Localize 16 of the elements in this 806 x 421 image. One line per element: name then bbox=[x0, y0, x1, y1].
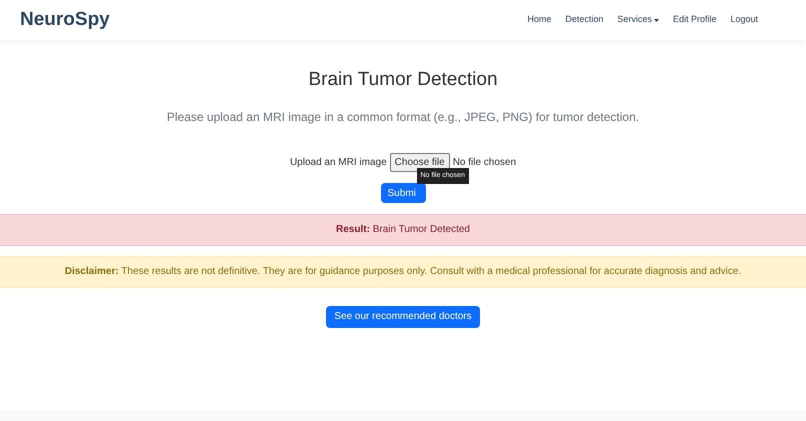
brand-logo[interactable]: NeuroSpy bbox=[20, 6, 110, 34]
result-text: Result: Brain Tumor Detected bbox=[336, 223, 470, 237]
disclaimer-text: Disclaimer: These results are not definitive. They are for guidance purposes only. Consult with a medical professional for accurate diagnosis and advice. bbox=[64, 265, 742, 279]
recommended-doctors-button[interactable]: See our recommended doctors bbox=[326, 306, 480, 328]
choose-file-button[interactable]: Choose file bbox=[390, 152, 450, 172]
instructions-text: Please upload an MRI image in a common format (e.g., JPEG, PNG) for tumor detection. bbox=[166, 108, 640, 126]
nav-link[interactable]: Home bbox=[527, 13, 552, 27]
caret-icon bbox=[654, 18, 659, 22]
page-title: Brain Tumor Detection bbox=[308, 68, 498, 92]
nav-link[interactable]: Logout bbox=[730, 13, 758, 27]
file-status-text: No file chosen bbox=[452, 156, 516, 170]
nav-link[interactable]: Detection bbox=[565, 13, 604, 27]
nav-link[interactable]: Edit Profile bbox=[672, 13, 716, 27]
services-dropdown[interactable]: Services bbox=[617, 13, 659, 27]
upload-label: Upload an MRI image bbox=[290, 156, 387, 170]
submit-button[interactable]: Submi bbox=[380, 183, 426, 203]
